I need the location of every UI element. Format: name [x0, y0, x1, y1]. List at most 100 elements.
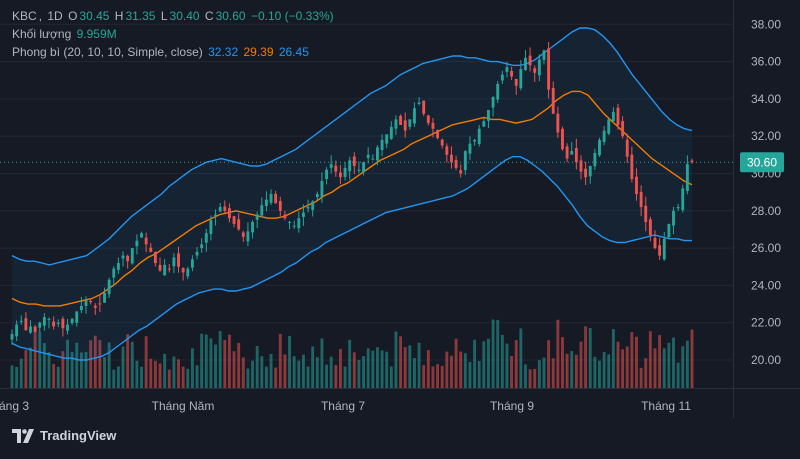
- candle: [130, 247, 134, 265]
- volume-bar: [570, 351, 574, 388]
- candle: [436, 129, 440, 140]
- candle-body: [598, 139, 601, 156]
- volume-bar: [524, 364, 527, 388]
- candle-body: [79, 305, 83, 311]
- candle-body: [399, 115, 403, 125]
- candle-body: [320, 180, 324, 198]
- volume-bar: [491, 319, 495, 388]
- volume-bar: [329, 356, 333, 388]
- candle-body: [52, 321, 56, 327]
- volume-bar: [237, 342, 241, 388]
- candle-body: [547, 48, 551, 90]
- candle-body: [607, 119, 611, 134]
- x-tick-label: Tháng 9: [490, 399, 534, 413]
- candle-body: [10, 333, 14, 340]
- x-tick-label: Tháng Năm: [152, 399, 215, 413]
- volume-bar: [204, 334, 208, 388]
- volume-bar: [676, 362, 680, 388]
- legend-symbol: KBC: [12, 9, 37, 23]
- tradingview-logo[interactable]: TradingView: [12, 428, 116, 443]
- volume-bar: [533, 368, 537, 388]
- volume-bar: [417, 342, 421, 388]
- candle-body: [685, 164, 689, 191]
- candle-body: [297, 218, 301, 229]
- candle-body: [556, 113, 560, 133]
- candle: [681, 184, 685, 213]
- volume-bar: [454, 338, 458, 388]
- candle: [607, 118, 611, 136]
- volume-bar: [584, 326, 588, 388]
- candle-body: [103, 292, 106, 303]
- candle-body: [70, 318, 74, 324]
- volume-bar: [473, 339, 477, 388]
- legend-low: 30.40: [169, 9, 200, 23]
- candle-body: [89, 300, 93, 303]
- candle-body: [417, 102, 421, 105]
- candle-body: [468, 143, 472, 154]
- candle-body: [362, 162, 365, 173]
- volume-bar: [121, 346, 125, 388]
- volume-bar: [537, 360, 541, 388]
- candle-body: [459, 170, 463, 174]
- candle-body: [255, 214, 259, 220]
- volume-bar: [450, 355, 453, 388]
- candle-body: [93, 305, 97, 308]
- volume-bar: [380, 350, 384, 388]
- candle-body: [144, 237, 148, 245]
- y-tick-label: 38.00: [751, 17, 781, 31]
- candle-body: [574, 148, 578, 163]
- volume-bar: [311, 346, 315, 388]
- volume-bar: [662, 348, 666, 388]
- volume-bar: [648, 331, 652, 388]
- volume-bar: [487, 338, 490, 388]
- volume-bar: [177, 359, 180, 388]
- y-tick-label: 20.00: [751, 353, 781, 367]
- volume-bar: [218, 331, 222, 388]
- volume-bar: [542, 357, 546, 388]
- volume-bar: [505, 343, 509, 388]
- candle-body: [140, 233, 143, 238]
- candle: [561, 126, 564, 151]
- candle-body: [357, 169, 361, 171]
- volume-bar: [292, 356, 296, 388]
- candle-body: [422, 100, 426, 114]
- candle-body: [519, 69, 523, 89]
- candle-body: [251, 221, 254, 233]
- volume-bar: [325, 364, 328, 388]
- candle-body: [75, 311, 79, 323]
- volume-bar: [246, 368, 250, 388]
- volume-bar: [667, 342, 671, 388]
- tradingview-icon: [12, 428, 34, 443]
- candle-body: [385, 134, 389, 144]
- legend-close: 30.60: [215, 9, 246, 23]
- volume-bar: [260, 356, 264, 388]
- last-price-value: 30.60: [747, 155, 777, 169]
- volume-bar: [385, 351, 389, 388]
- legend-high: 31.35: [125, 9, 156, 23]
- volume-bar: [399, 336, 403, 388]
- candle-body: [218, 207, 222, 212]
- candle-body: [426, 115, 430, 124]
- candle-body: [644, 205, 648, 222]
- candle-body: [403, 120, 407, 131]
- volume-bar: [482, 341, 486, 388]
- volume-bar: [29, 347, 32, 388]
- volume-bar: [190, 348, 194, 388]
- candle-body: [135, 240, 139, 247]
- tradingview-wordmark: TradingView: [40, 428, 117, 443]
- candle-body: [482, 121, 486, 127]
- volume-bar: [593, 356, 597, 388]
- candle-body: [172, 257, 176, 267]
- volume-bar: [19, 358, 23, 388]
- chart-canvas[interactable]: 38.0036.0034.0032.0030.0028.0026.0024.00…: [0, 0, 800, 459]
- candle-body: [214, 214, 217, 217]
- candle-body: [621, 121, 625, 137]
- candle-body: [47, 318, 51, 320]
- candle-body: [371, 158, 375, 160]
- candle-body: [477, 128, 481, 144]
- candle-body: [130, 248, 134, 264]
- candle-body: [241, 232, 245, 237]
- candle-body: [440, 139, 444, 146]
- volume-bar: [103, 357, 106, 388]
- volume-bar: [496, 319, 500, 388]
